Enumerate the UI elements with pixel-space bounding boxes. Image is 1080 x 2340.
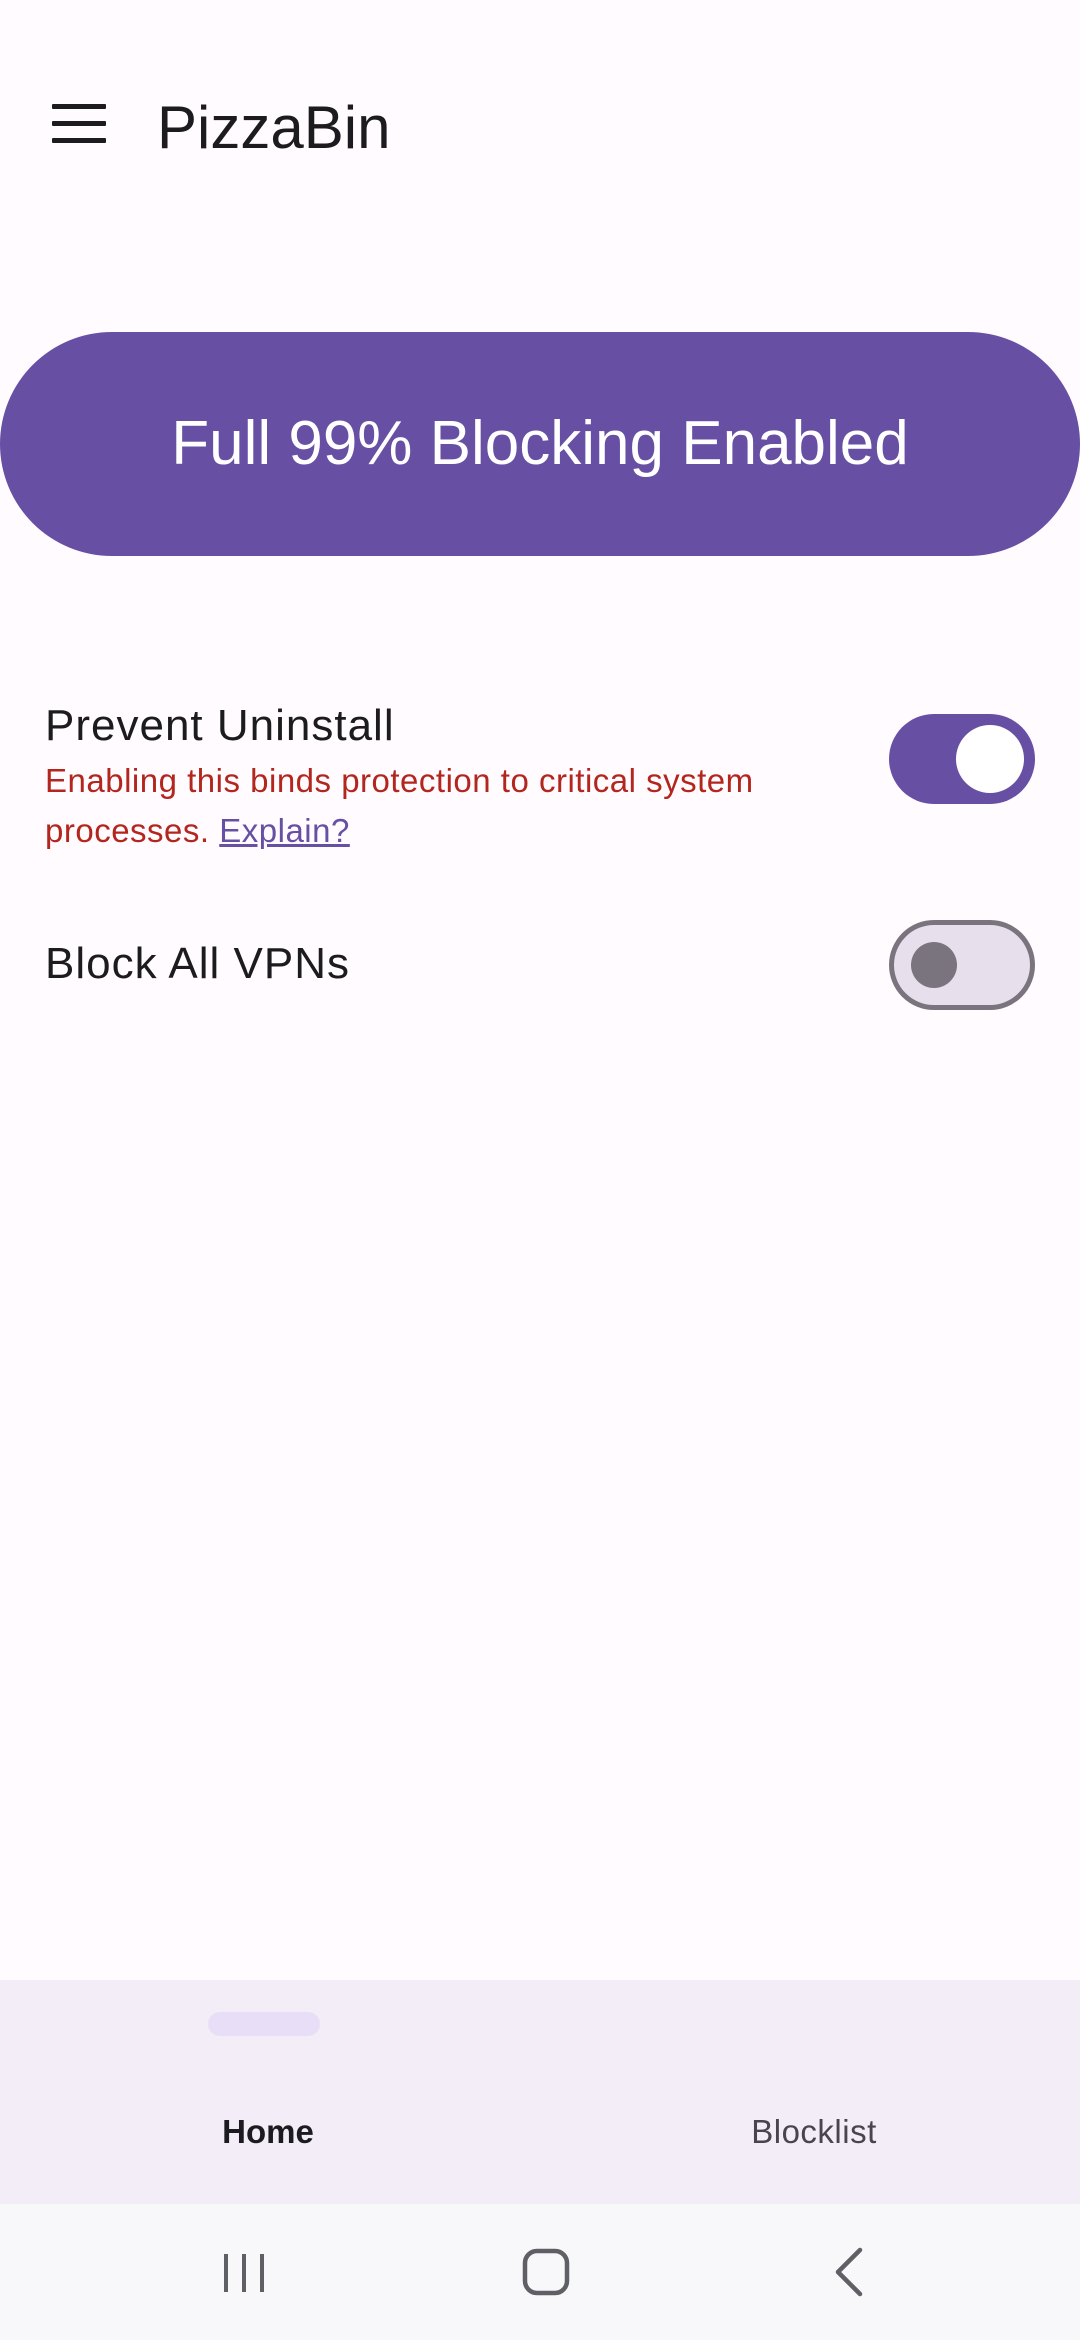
nav-label: Blocklist <box>751 2113 877 2150</box>
warning-text: Enabling this binds protection to critic… <box>45 762 754 849</box>
nav-label: Home <box>222 2113 314 2150</box>
explain-link[interactable]: Explain? <box>219 812 350 849</box>
system-navigation-bar <box>0 2204 1080 2340</box>
blocking-status-button[interactable]: Full 99% Blocking Enabled <box>0 332 1080 556</box>
nav-item-blocklist[interactable]: Blocklist <box>540 1980 1080 2204</box>
setting-title: Block All VPNs <box>45 939 350 988</box>
back-icon[interactable] <box>808 2232 888 2312</box>
menu-icon[interactable] <box>52 104 106 144</box>
switch-thumb <box>956 725 1024 793</box>
app-title: PizzaBin <box>157 94 391 161</box>
active-indicator <box>208 2012 320 2036</box>
setting-block-vpns: Block All VPNs <box>45 910 1045 1020</box>
setting-description: Enabling this binds protection to critic… <box>45 756 825 856</box>
block-vpns-switch[interactable] <box>889 920 1035 1010</box>
switch-thumb <box>911 942 957 988</box>
nav-item-home[interactable]: Home <box>0 1980 540 2204</box>
setting-prevent-uninstall: Prevent Uninstall Enabling this binds pr… <box>45 690 1045 860</box>
bottom-navigation: Home Blocklist <box>0 1980 1080 2204</box>
home-icon[interactable] <box>506 2232 586 2312</box>
top-app-bar: PizzaBin <box>0 64 1080 194</box>
setting-title: Prevent Uninstall <box>45 701 395 750</box>
prevent-uninstall-switch[interactable] <box>889 714 1035 804</box>
recent-apps-icon[interactable] <box>204 2232 284 2312</box>
